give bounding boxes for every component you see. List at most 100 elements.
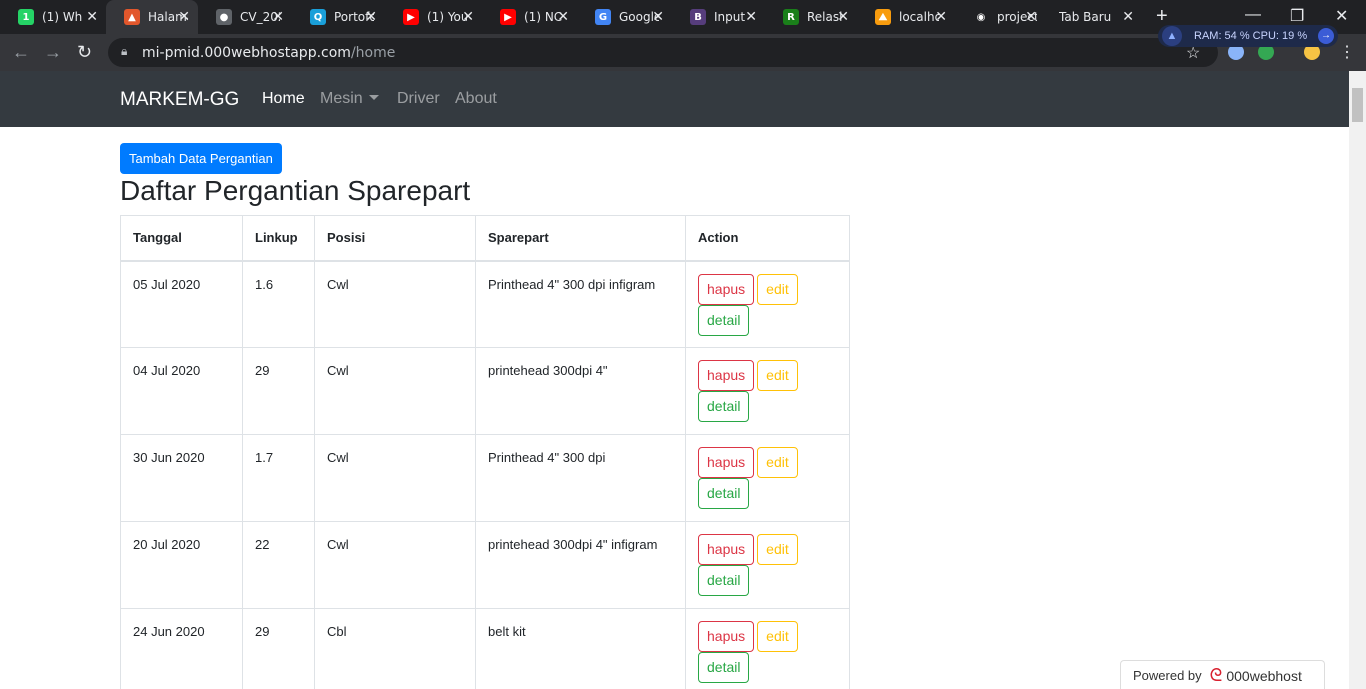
column-header-sparepart: Sparepart bbox=[475, 215, 686, 262]
tab-favicon-icon: ▶ bbox=[403, 9, 419, 25]
tab-close-icon[interactable]: ✕ bbox=[272, 9, 284, 25]
detail-button[interactable]: detail bbox=[698, 304, 750, 336]
back-icon[interactable]: ← bbox=[12, 42, 30, 63]
cell-posisi: Cwl bbox=[314, 347, 476, 435]
detail-button[interactable]: detail bbox=[698, 565, 750, 596]
tab-title: (1) WhatsApp bbox=[42, 10, 82, 24]
column-header-tanggal: Tanggal bbox=[120, 215, 243, 262]
address-bar[interactable]: 🔒︎ mi-pmid.000webhostapp.com/home bbox=[108, 38, 1218, 67]
vertical-scrollbar[interactable] bbox=[1349, 71, 1366, 689]
detail-button[interactable]: detail bbox=[698, 391, 750, 422]
cell-linkup: 1.6 bbox=[242, 260, 315, 348]
tab-favicon-icon: ▶ bbox=[500, 9, 516, 25]
forward-icon[interactable]: → bbox=[44, 42, 62, 63]
browser-tab[interactable]: Tab Baru ✕ bbox=[1045, 0, 1142, 34]
tab-close-icon[interactable]: ✕ bbox=[557, 9, 569, 25]
add-data-button[interactable]: Tambah Data Pergantian bbox=[120, 143, 282, 174]
page-title: Daftar Pergantian Sparepart bbox=[120, 175, 471, 206]
table-row: 20 Jul 2020 22 Cwl printehead 300dpi 4" inf… bbox=[120, 521, 850, 609]
cell-sparepart: belt kit bbox=[475, 608, 686, 689]
action-buttons-row: hapus edit bbox=[698, 621, 837, 652]
scrollbar-thumb[interactable] bbox=[1352, 88, 1363, 122]
cell-posisi: Cbl bbox=[314, 608, 476, 689]
restore-icon[interactable]: ❐ bbox=[1290, 6, 1304, 26]
tab-close-icon[interactable]: ✕ bbox=[1025, 9, 1037, 25]
cell-tanggal: 24 Jun 2020 bbox=[120, 608, 243, 689]
tab-favicon-icon: G bbox=[595, 9, 611, 25]
close-window-icon[interactable]: ✕ bbox=[1335, 6, 1348, 26]
nav-link-home[interactable]: Home bbox=[262, 90, 305, 108]
edit-button[interactable]: edit bbox=[757, 621, 798, 652]
column-header-action: Action bbox=[685, 215, 850, 262]
delete-button[interactable]: hapus bbox=[698, 273, 755, 305]
tab-close-icon[interactable]: ✕ bbox=[178, 9, 190, 25]
cell-action: hapus edit detail bbox=[685, 521, 850, 609]
detail-button[interactable]: detail bbox=[698, 478, 750, 509]
cell-tanggal: 04 Jul 2020 bbox=[120, 347, 243, 435]
page-viewport: MARKEM-GG Home Mesin Driver About Tambah… bbox=[0, 71, 1349, 689]
edit-button[interactable]: edit bbox=[757, 447, 798, 478]
cell-tanggal: 30 Jun 2020 bbox=[120, 434, 243, 522]
cell-linkup: 22 bbox=[242, 521, 315, 609]
url-host: mi-pmid.000webhostapp.com bbox=[142, 45, 351, 61]
browser-tab[interactable]: ◉ project ✕ bbox=[955, 0, 1045, 34]
tab-close-icon[interactable]: ✕ bbox=[652, 9, 664, 25]
delete-button[interactable]: hapus bbox=[698, 360, 755, 391]
tab-close-icon[interactable]: ✕ bbox=[745, 9, 757, 25]
browser-tab[interactable]: B Input ✕ bbox=[672, 0, 765, 34]
browser-tab[interactable]: ⛰ localhost✕ bbox=[857, 0, 955, 34]
tab-close-icon[interactable]: ✕ bbox=[1122, 9, 1134, 25]
powered-by-badge[interactable]: Powered by ᘓ 000webhost bbox=[1120, 660, 1325, 689]
tab-close-icon[interactable]: ✕ bbox=[365, 9, 377, 25]
tab-favicon-icon: ◉ bbox=[976, 11, 986, 23]
webhost-logo-icon: ᘓ bbox=[1209, 665, 1223, 685]
browser-tab[interactable]: 1 (1) WhatsApp ✕ bbox=[0, 0, 106, 34]
tab-close-icon[interactable]: ✕ bbox=[462, 9, 474, 25]
browser-tab[interactable]: ●CV_2020✕ bbox=[198, 0, 292, 34]
tab-favicon-icon: ▲ bbox=[124, 9, 140, 25]
navbar-brand[interactable]: MARKEM-GG bbox=[120, 89, 239, 111]
detail-button[interactable]: detail bbox=[698, 652, 750, 683]
url-path: /home bbox=[350, 45, 396, 61]
cell-posisi: Cwl bbox=[314, 434, 476, 522]
tab-close-icon[interactable]: ✕ bbox=[935, 9, 947, 25]
nav-link-mesin-label: Mesin bbox=[320, 90, 363, 107]
tab-favicon-icon: 1 bbox=[18, 9, 34, 25]
cell-linkup: 29 bbox=[242, 347, 315, 435]
browser-tab[interactable]: R Relasi ✕ bbox=[765, 0, 857, 34]
delete-button[interactable]: hapus bbox=[698, 447, 755, 478]
cell-posisi: Cwl bbox=[314, 260, 476, 348]
browser-tab[interactable]: ▶ (1) YouTube✕ bbox=[385, 0, 482, 34]
browser-tab[interactable]: ▶ (1) NC ✕ bbox=[482, 0, 577, 34]
nav-link-mesin[interactable]: Mesin bbox=[320, 90, 379, 108]
top-navbar: MARKEM-GG Home Mesin Driver About bbox=[0, 71, 1349, 127]
browser-tab[interactable]: GGoogle Translate✕ bbox=[577, 0, 672, 34]
cell-posisi: Cwl bbox=[314, 521, 476, 609]
action-buttons-row: hapus edit bbox=[698, 273, 837, 305]
tab-title: Tab Baru bbox=[1059, 10, 1112, 24]
rocket-icon: ▲ bbox=[1162, 26, 1182, 46]
edit-button[interactable]: edit bbox=[757, 534, 798, 565]
browser-tab[interactable]: ▲Halaman✕ bbox=[106, 0, 198, 34]
edit-button[interactable]: edit bbox=[757, 360, 798, 391]
caret-down-icon bbox=[368, 95, 379, 100]
cell-tanggal: 20 Jul 2020 bbox=[120, 521, 243, 609]
tab-favicon-icon: ● bbox=[216, 9, 232, 25]
edit-button[interactable]: edit bbox=[757, 273, 798, 305]
resource-monitor-badge[interactable]: ▲ RAM: 54 % CPU: 19 % → bbox=[1158, 25, 1338, 47]
delete-button[interactable]: hapus bbox=[698, 534, 755, 565]
reload-icon[interactable]: ↻ bbox=[77, 42, 92, 63]
browser-tab[interactable]: QPortofolio✕ bbox=[292, 0, 385, 34]
minimize-icon[interactable]: — bbox=[1245, 6, 1261, 24]
delete-button[interactable]: hapus bbox=[698, 621, 755, 652]
cell-action: hapus edit detail bbox=[685, 347, 850, 435]
table-row: 04 Jul 2020 29 Cwl printehead 300dpi 4" hapu… bbox=[120, 347, 850, 435]
menu-kebab-icon[interactable]: ⋮ bbox=[1339, 42, 1355, 62]
tab-close-icon[interactable]: ✕ bbox=[837, 9, 849, 25]
powered-prefix: Powered by bbox=[1133, 668, 1202, 683]
nav-link-about[interactable]: About bbox=[455, 90, 497, 108]
lock-icon: 🔒︎ bbox=[121, 44, 128, 58]
nav-link-driver[interactable]: Driver bbox=[397, 90, 440, 108]
cell-action: hapus edit detail bbox=[685, 608, 850, 689]
tab-close-icon[interactable]: ✕ bbox=[86, 9, 98, 25]
